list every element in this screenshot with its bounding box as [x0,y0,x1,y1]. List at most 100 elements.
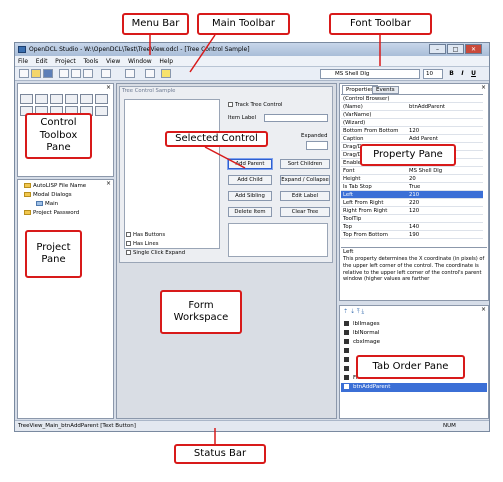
menu-bar-callout: Menu Bar [122,13,189,35]
list-item-selected[interactable]: btnAddParent [341,383,487,392]
property-row[interactable]: Left 210 [341,191,483,199]
frame-icon [344,375,349,380]
expanded-select[interactable] [306,141,328,150]
property-value[interactable]: True [409,183,420,191]
tree-item-main[interactable]: Main [24,200,111,209]
property-key: Caption [343,136,364,142]
menu-project[interactable]: Project [52,56,79,67]
add-sibling-button[interactable]: Add Sibling [228,191,272,201]
property-value[interactable]: 210 [409,191,419,199]
property-row[interactable]: Caption Add Parent [341,135,483,143]
add-parent-button[interactable]: Add Parent [228,159,272,169]
property-row[interactable]: Height 20 [341,175,483,183]
bold-button[interactable]: B [447,69,456,79]
new-icon[interactable] [19,69,29,78]
property-row[interactable]: Top 140 [341,223,483,231]
property-value[interactable]: 120 [409,127,419,135]
property-grid[interactable]: (Control Browser) (Name) btnAddParent (VarN… [341,94,483,246]
form-icon[interactable] [125,69,135,78]
button-tool-icon[interactable] [65,94,78,104]
edit-label-button[interactable]: Edit Label [280,191,330,201]
single-click-expand-checkbox[interactable]: Single Click Expand [126,250,185,256]
cut-icon[interactable] [59,69,69,78]
copy-icon[interactable] [71,69,81,78]
expand-collapse-button[interactable]: Expand / Collapse [280,175,330,185]
label-tool-icon[interactable] [50,94,63,104]
font-size-select[interactable]: 10 [423,69,443,79]
move-bottom-icon[interactable]: ⤓ [361,308,364,315]
help-icon[interactable] [161,69,171,78]
tab-events[interactable]: Events [372,86,399,94]
close-icon[interactable]: × [481,84,486,91]
property-row[interactable]: ToolTip [341,215,483,223]
property-row[interactable]: Top From Bottom 190 [341,231,483,239]
tree-item-autolisp[interactable]: AutoLISP File Name [24,182,111,191]
has-lines-checkbox[interactable]: Has Lines [126,241,158,247]
paste-icon[interactable] [83,69,93,78]
undo-icon[interactable] [101,69,111,78]
property-value[interactable]: btnAddParent [409,103,445,111]
text-tool-icon[interactable] [35,94,48,104]
frame-tool-icon[interactable] [80,94,93,104]
property-row[interactable]: (Name) btnAddParent [341,103,483,111]
tree-tool-icon[interactable] [95,106,108,116]
close-icon[interactable]: × [106,84,111,91]
property-row[interactable]: Is Tab Stop True [341,183,483,191]
menu-file[interactable]: File [15,56,31,67]
has-buttons-checkbox[interactable]: Has Buttons [126,232,165,238]
property-row[interactable]: (Control Browser) [341,95,483,103]
save-icon[interactable] [43,69,53,78]
property-key: Left From Right [343,200,384,206]
maximize-button[interactable]: □ [447,44,464,54]
folder-icon [24,183,31,188]
clear-tree-button[interactable]: Clear Tree [280,207,330,217]
property-row[interactable]: Font MS Shell Dlg [341,167,483,175]
image-tool-icon[interactable] [95,94,108,104]
property-value[interactable]: Add Parent [409,135,438,143]
property-row[interactable]: (Wizard) [341,119,483,127]
move-top-icon[interactable]: ⤒ [357,308,360,315]
property-value[interactable]: 20 [409,175,416,183]
italic-button[interactable]: I [458,69,467,79]
move-down-icon[interactable]: ⇣ [350,308,355,315]
item-label-input[interactable] [264,114,328,122]
menu-edit[interactable]: Edit [33,56,51,67]
menu-view[interactable]: View [103,56,123,67]
tree-item-password[interactable]: Project Password [24,209,111,218]
form-dialog[interactable]: Tree Control Sample Track Tree Control I… [119,86,333,263]
underline-button[interactable]: U [469,69,478,79]
property-row[interactable]: (VarName) [341,111,483,119]
menu-tools[interactable]: Tools [80,56,101,67]
property-value[interactable]: 120 [409,207,419,215]
font-select[interactable]: MS Shell Dlg [320,69,420,79]
list-item[interactable]: cbxImage [341,338,487,347]
project-pane-callout: Project Pane [25,230,82,278]
property-row[interactable]: Bottom From Bottom 120 [341,127,483,135]
main-toolbar-callout: Main Toolbar [197,13,290,35]
tree-item-modal-dialogs[interactable]: Modal Dialogs [24,191,111,200]
move-up-icon[interactable]: ⇡ [343,308,348,315]
property-row[interactable]: Left From Right 220 [341,199,483,207]
menu-window[interactable]: Window [125,56,155,67]
delete-item-button[interactable]: Delete Item [228,207,272,217]
open-icon[interactable] [31,69,41,78]
property-row[interactable]: Right From Right 120 [341,207,483,215]
close-icon[interactable]: × [481,306,486,313]
property-value[interactable]: 190 [409,231,419,239]
close-icon[interactable]: × [106,180,111,187]
folder-icon [24,192,31,197]
add-child-button[interactable]: Add Child [228,175,272,185]
menu-help[interactable]: Help [156,56,176,67]
tree-control[interactable] [124,99,220,249]
minimize-button[interactable]: – [429,44,446,54]
property-value[interactable]: 140 [409,223,419,231]
pointer-tool-icon[interactable] [20,94,33,104]
track-tree-checkbox[interactable]: Track Tree Control [228,102,282,108]
close-button[interactable]: ✕ [465,44,482,54]
property-value[interactable]: 220 [409,199,419,207]
sort-children-button[interactable]: Sort Children [280,159,330,169]
property-value[interactable]: MS Shell Dlg [409,167,442,175]
list-item[interactable]: lblNormal [341,329,487,338]
run-icon[interactable] [145,69,155,78]
list-item[interactable]: lblImages [341,320,487,329]
